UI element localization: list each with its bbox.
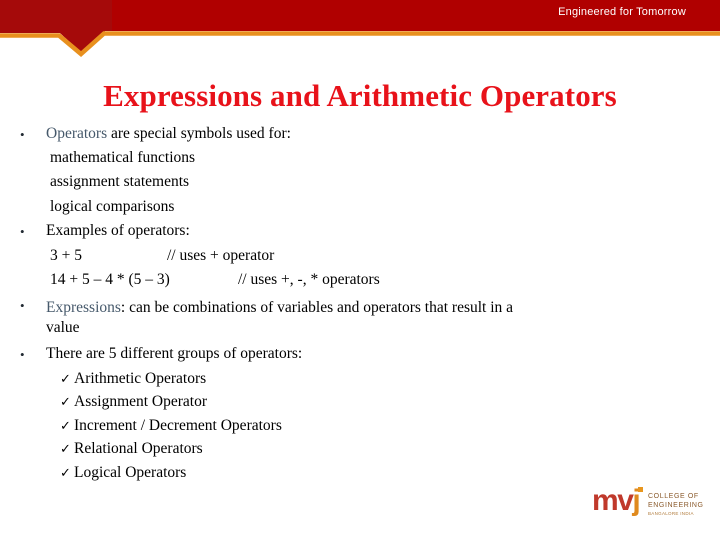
header-tagline: Engineered for Tomorrow <box>558 6 686 18</box>
checkmark-icon: ✓ <box>60 442 71 458</box>
logo-line-location: BANGALORE INDIA <box>648 510 694 516</box>
bullet-item-operators: • Operators are special symbols used for… <box>0 126 720 142</box>
check-item-label: Relational Operators <box>74 440 203 458</box>
bullet-text-expressions: : can be combinations of variables and o… <box>120 298 514 316</box>
sub-item-label: assignment statements <box>50 173 190 190</box>
mvj-letter-m: m <box>592 484 619 517</box>
mvj-square-dot-icon <box>638 487 643 492</box>
sub-item-logical-comparisons: logical comparisons <box>0 197 720 215</box>
code-comment: // uses +, -, * operators <box>238 271 380 288</box>
code-example-row: 14 + 5 – 4 * (5 – 3) // uses +, -, * ope… <box>0 272 720 288</box>
bullet-glyph-icon: • <box>20 223 25 239</box>
bullet-accent-expressions: Expressions <box>46 298 121 316</box>
bullet-accent-operators: Operators <box>46 125 108 142</box>
mvj-college-logo: mvj COLLEGE OF ENGINEERING BANGALORE IND… <box>592 486 710 528</box>
check-item-label: Assignment Operator <box>74 393 208 411</box>
check-item-label: Logical Operators <box>74 463 187 481</box>
bullet-text-groups: There are 5 different groups of operator… <box>46 345 303 363</box>
check-item-relational-operators: ✓ Relational Operators <box>0 441 720 457</box>
logo-line-college-of: COLLEGE OF <box>648 493 699 500</box>
check-item-logical-operators: ✓ Logical Operators <box>0 465 720 481</box>
mvj-letter-v: v <box>617 484 634 517</box>
code-example-row: 3 + 5 // uses + operator <box>0 246 720 264</box>
sub-item-assignment-statements: assignment statements <box>0 174 720 190</box>
checkmark-icon: ✓ <box>60 418 71 434</box>
bullet-glyph-icon: • <box>20 346 25 362</box>
header-orange-accent-line <box>0 31 720 57</box>
logo-line-engineering: ENGINEERING <box>648 502 704 510</box>
check-item-arithmetic-operators: ✓ Arithmetic Operators <box>0 371 720 387</box>
bullet-item-expressions: • Expressions: can be combinations of va… <box>0 298 720 339</box>
slide-header-banner: Engineered for Tomorrow <box>0 0 720 62</box>
bullet-text-examples: Examples of operators: <box>46 222 190 239</box>
bullet-glyph-icon: • <box>20 298 25 314</box>
bullet-item-examples: • Examples of operators: <box>0 223 720 239</box>
check-item-increment-decrement-operators: ✓ Increment / Decrement Operators <box>0 418 720 434</box>
check-item-label: Arithmetic Operators <box>74 369 207 387</box>
bullet-glyph-icon: • <box>20 126 25 142</box>
sub-item-label: logical comparisons <box>50 197 175 215</box>
sub-item-label: mathematical functions <box>50 148 196 166</box>
code-expression: 3 + 5 <box>50 246 82 264</box>
code-comment: // uses + operator <box>167 246 275 264</box>
bullet-item-groups: • There are 5 different groups of operat… <box>0 346 720 362</box>
bullet-text-expressions-continued: value <box>46 318 80 336</box>
check-item-assignment-operator: ✓ Assignment Operator <box>0 394 720 410</box>
checkmark-icon: ✓ <box>60 465 71 481</box>
code-expression: 14 + 5 – 4 * (5 – 3) <box>50 271 170 288</box>
mvj-logo-text: COLLEGE OF ENGINEERING BANGALORE INDIA <box>648 492 710 517</box>
checkmark-icon: ✓ <box>60 395 71 411</box>
check-item-label: Increment / Decrement Operators <box>74 416 282 434</box>
page-title: Expressions and Arithmetic Operators <box>103 78 617 113</box>
mvj-wordmark: mvj <box>592 484 641 517</box>
sub-item-mathematical-functions: mathematical functions <box>0 148 720 166</box>
slide-content: • Operators are special symbols used for… <box>0 126 720 480</box>
checkmark-icon: ✓ <box>60 371 71 387</box>
bullet-text-operators: are special symbols used for: <box>107 125 291 142</box>
